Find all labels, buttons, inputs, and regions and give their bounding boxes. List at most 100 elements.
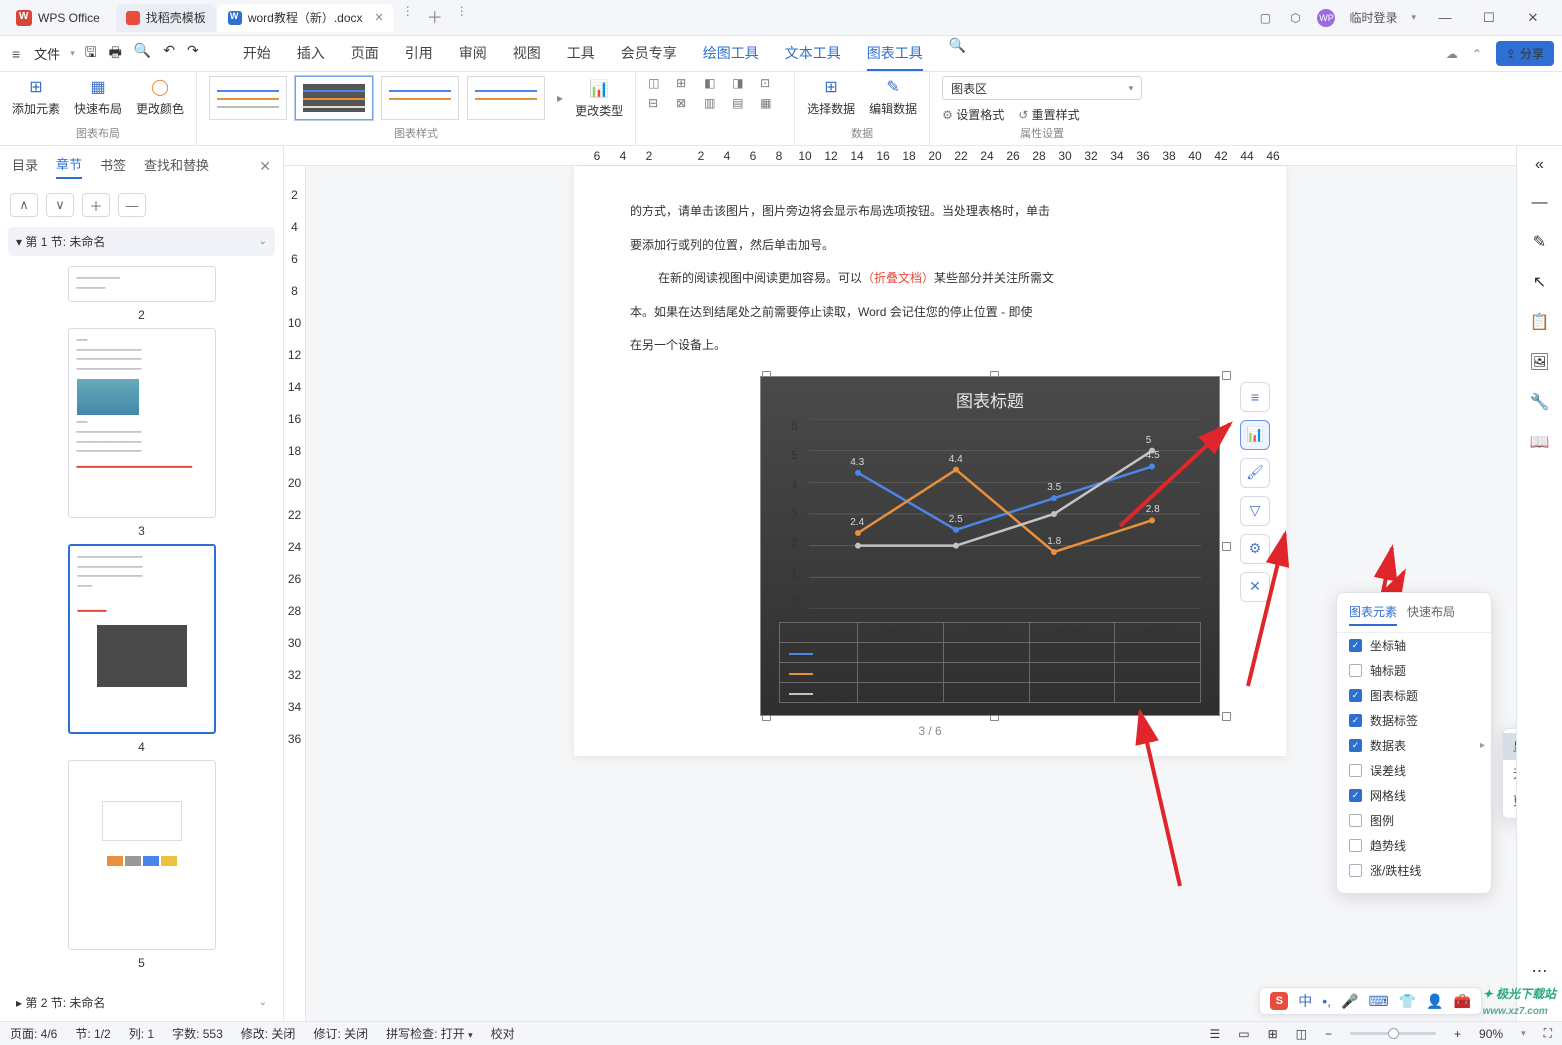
checkbox-icon[interactable]	[1349, 814, 1362, 827]
submenu-option[interactable]: 无图例项标示	[1503, 760, 1516, 787]
tab-overflow-icon[interactable]: ⋮	[396, 4, 420, 32]
page-thumb-5[interactable]	[68, 760, 216, 950]
minimize-button[interactable]: —	[1430, 10, 1460, 25]
horizontal-ruler[interactable]: 6422468101214161820222426283032343638404…	[284, 146, 1516, 166]
section-header-1[interactable]: ▾ 第 1 节: 未命名⌄	[8, 227, 275, 256]
select-data-button[interactable]: ⊞选择数据	[807, 76, 855, 117]
ime-toolbox-icon[interactable]: 🧰	[1454, 993, 1471, 1010]
close-tab-icon[interactable]: ✕	[375, 11, 384, 24]
nav-tab-bookmarks[interactable]: 书签	[100, 155, 126, 178]
nav-remove-button[interactable]: —	[118, 193, 146, 217]
chart-style-4[interactable]	[467, 76, 545, 120]
ime-toolbar[interactable]: S 中 •, 🎤 ⌨ 👕 👤 🧰	[1259, 987, 1482, 1015]
search-icon[interactable]: 🔍	[949, 37, 966, 71]
chart-object[interactable]: 图表标题 6543210 4.32.53.54.52.44.41.82.85 类…	[630, 376, 1230, 716]
preview-icon[interactable]: 🔍	[134, 42, 151, 66]
change-color-button[interactable]: ◯更改颜色	[136, 76, 184, 117]
chart-element-option[interactable]: 涨/跌柱线	[1337, 858, 1491, 883]
more-icon[interactable]: ⋯	[1532, 961, 1548, 981]
checkbox-icon[interactable]	[1349, 739, 1362, 752]
mini-icon[interactable]: ▤	[732, 96, 754, 110]
nav-add-button[interactable]: ＋	[82, 193, 110, 217]
add-tab-button[interactable]: ＋	[422, 4, 448, 32]
view-mode-icon[interactable]: ⊞	[1268, 1027, 1278, 1041]
checkbox-icon[interactable]	[1349, 839, 1362, 852]
chart-style-2[interactable]	[295, 76, 373, 120]
fold-link[interactable]: （折叠文档）	[862, 271, 934, 285]
tab-member[interactable]: 会员专享	[621, 37, 677, 71]
chart-tools-icon[interactable]: ✕	[1240, 572, 1270, 602]
ime-punct-icon[interactable]: •,	[1322, 993, 1331, 1009]
nav-tab-find[interactable]: 查找和替换	[144, 155, 209, 178]
checkbox-icon[interactable]	[1349, 639, 1362, 652]
zoom-out-icon[interactable]: −	[1325, 1027, 1332, 1041]
zoom-in-icon[interactable]: +	[1454, 1027, 1461, 1041]
status-track[interactable]: 修订: 关闭	[313, 1025, 368, 1042]
style-scroll-icon[interactable]: ▸	[553, 91, 567, 105]
chart-element-option[interactable]: 趋势线	[1337, 833, 1491, 858]
chart-element-option[interactable]: 数据表▸	[1337, 733, 1491, 758]
page-thumb-4[interactable]: ━━━━━━━━━━━━━━━━━━━━━━━━━━━━━━━━━━━━━━━━…	[68, 544, 216, 734]
print-icon[interactable]: 🖶	[109, 42, 122, 66]
file-tab-templates[interactable]: 找稻壳模板	[116, 4, 216, 32]
view-mode-icon[interactable]: ☰	[1209, 1027, 1220, 1041]
chart-style-icon[interactable]: 🖌	[1240, 458, 1270, 488]
checkbox-icon[interactable]	[1349, 764, 1362, 777]
nav-next-button[interactable]: ∨	[46, 193, 74, 217]
ime-mode[interactable]: 中	[1298, 991, 1312, 1011]
page-thumb-3[interactable]: ━━━━━━━━━━━━━━━━━━━━━━━━━━━━━━━━━━━━━━━━…	[68, 328, 216, 518]
file-menu[interactable]: 文件	[28, 44, 66, 63]
chart-style-3[interactable]	[381, 76, 459, 120]
minus-icon[interactable]: —	[1532, 194, 1548, 212]
mini-icon[interactable]: ⊡	[760, 76, 782, 90]
wrench-icon[interactable]: 🔧	[1530, 392, 1550, 412]
checkbox-icon[interactable]	[1349, 789, 1362, 802]
tab-start[interactable]: 开始	[243, 37, 271, 71]
status-page[interactable]: 页面: 4/6	[10, 1025, 57, 1042]
pencil-icon[interactable]: ✎	[1533, 232, 1546, 252]
add-element-button[interactable]: ⊞添加元素	[12, 76, 60, 117]
file-tab-document[interactable]: word教程（新）.docx ✕	[218, 4, 394, 32]
chart-element-option[interactable]: 网格线	[1337, 783, 1491, 808]
edit-data-button[interactable]: ✎编辑数据	[869, 76, 917, 117]
tab-insert[interactable]: 插入	[297, 37, 325, 71]
maximize-button[interactable]: ☐	[1474, 10, 1504, 26]
fullscreen-icon[interactable]: ⛶	[1544, 1026, 1552, 1041]
chart-filter-icon[interactable]: ≡	[1240, 382, 1270, 412]
mini-icon[interactable]: ⊟	[648, 96, 670, 110]
nav-prev-button[interactable]: ∧	[10, 193, 38, 217]
checkbox-icon[interactable]	[1349, 689, 1362, 702]
chart-elements-icon[interactable]: 📊	[1240, 420, 1270, 450]
chart-funnel-icon[interactable]: ▽	[1240, 496, 1270, 526]
format-button[interactable]: ⚙ 设置格式	[942, 106, 1004, 123]
tab-drawing-tools[interactable]: 绘图工具	[703, 37, 759, 71]
embedded-chart[interactable]: 图表标题 6543210 4.32.53.54.52.44.41.82.85 类…	[760, 376, 1220, 716]
tab-text-tools[interactable]: 文本工具	[785, 37, 841, 71]
chart-area-select[interactable]: 图表区▾	[942, 76, 1142, 100]
nav-tab-sections[interactable]: 章节	[56, 154, 82, 179]
redo-icon[interactable]: ↷	[187, 42, 199, 66]
collapse-icon[interactable]: «	[1535, 156, 1544, 174]
user-avatar-icon[interactable]: WP	[1317, 9, 1335, 27]
chart-settings-icon[interactable]: ⚙	[1240, 534, 1270, 564]
ime-keyboard-icon[interactable]: ⌨	[1368, 993, 1388, 1010]
page-thumb-2[interactable]: ━━━━━━━━━━━━━━━━━━━━	[68, 266, 216, 302]
tab-page[interactable]: 页面	[351, 37, 379, 71]
chart-element-option[interactable]: 轴标题	[1337, 658, 1491, 683]
ime-mic-icon[interactable]: 🎤	[1341, 993, 1358, 1010]
popup-tab-layout[interactable]: 快速布局	[1407, 603, 1455, 626]
hamburger-icon[interactable]: ≡	[8, 46, 24, 62]
chart-style-1[interactable]	[209, 76, 287, 120]
share-button[interactable]: ⇪分享	[1496, 41, 1554, 66]
book-icon[interactable]: 📖	[1530, 432, 1550, 452]
status-spell[interactable]: 拼写检查: 打开 ▾	[386, 1025, 473, 1042]
quick-layout-button[interactable]: ▦快速布局	[74, 76, 122, 117]
chart-element-option[interactable]: 误差线	[1337, 758, 1491, 783]
login-label[interactable]: 临时登录	[1349, 9, 1397, 26]
status-words[interactable]: 字数: 553	[172, 1025, 223, 1042]
tab-view[interactable]: 视图	[513, 37, 541, 71]
undo-icon[interactable]: ↶	[163, 42, 175, 66]
checkbox-icon[interactable]	[1349, 864, 1362, 877]
mini-icon[interactable]: ◧	[704, 76, 726, 90]
nav-tab-toc[interactable]: 目录	[12, 155, 38, 178]
